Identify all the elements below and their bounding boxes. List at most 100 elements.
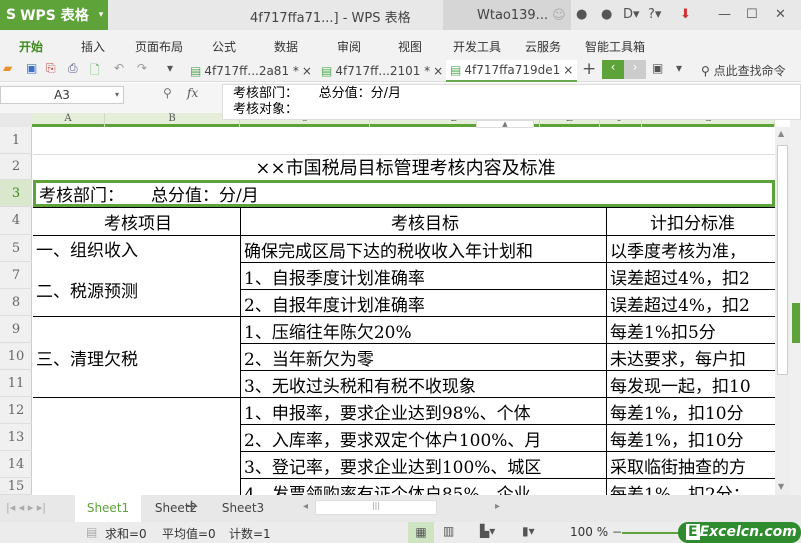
scroll-up-icon[interactable]: ▲ <box>778 129 784 138</box>
side-panel-toggle[interactable] <box>792 303 800 343</box>
standard-cell[interactable]: 每发现一起，扣10 <box>607 371 775 397</box>
menu-review[interactable]: 审阅 <box>337 38 361 55</box>
page-break-view-icon[interactable]: ▥ <box>443 524 454 538</box>
zoom-formula-icon[interactable]: ⚲ <box>163 86 172 100</box>
header-standard[interactable]: 计扣分标准 <box>607 207 775 235</box>
standard-cell[interactable]: 每差1%，扣10分 <box>607 425 775 451</box>
menu-developer[interactable]: 开发工具 <box>453 38 501 55</box>
print-preview-icon[interactable]: 🗋 <box>90 61 100 82</box>
fx-icon[interactable]: fx <box>187 86 198 100</box>
target-cell[interactable]: 3、登记率，要求企业达到100%、城区 <box>241 452 606 478</box>
redo-icon[interactable]: ↷ <box>137 61 147 75</box>
menu-view[interactable]: 视图 <box>398 38 422 55</box>
column-header-a[interactable]: A <box>32 113 105 127</box>
formula-input[interactable]: 考核部门： 总分值：分/月 考核对象： <box>222 84 801 120</box>
hscroll-left-icon[interactable]: ◂ <box>303 501 308 512</box>
row-header-13[interactable]: 13 <box>0 424 32 451</box>
sheet-title-cell[interactable]: ××市国税局目标管理考核内容及标准 <box>33 154 775 180</box>
menu-formulas[interactable]: 公式 <box>212 38 236 55</box>
doc-tab-active[interactable]: ▤ 4f717ffa719de1 × <box>446 60 578 82</box>
row-header-14[interactable]: 14 <box>0 451 32 478</box>
minimize-icon[interactable]: — <box>718 7 731 22</box>
undo-icon[interactable]: ↶ <box>114 61 124 75</box>
menu-home[interactable]: 开始 <box>19 38 43 55</box>
row-header-5[interactable]: 5 <box>0 235 32 262</box>
prev-tab-icon[interactable]: ‹ <box>602 60 624 79</box>
close-icon[interactable]: ✕ <box>775 7 786 22</box>
menu-toolbox[interactable]: 智能工具箱 <box>585 38 645 55</box>
scroll-thumb[interactable] <box>777 145 788 375</box>
select-all-button[interactable] <box>0 113 32 127</box>
row-header-3[interactable]: 3 <box>0 180 32 207</box>
item-cell[interactable]: 二、税源预测 <box>33 263 240 316</box>
header-item[interactable]: 考核项目 <box>33 207 240 235</box>
hscroll-right-icon[interactable]: ▸ <box>495 501 500 512</box>
row-header-11[interactable]: 11 <box>0 370 32 397</box>
more-chevron-icon[interactable]: ▾ <box>167 61 173 75</box>
skin-icon[interactable]: ● <box>576 7 587 22</box>
eye-protection-icon[interactable]: ▮▾ <box>522 524 535 538</box>
sheet-tab-2[interactable]: Sheet2 <box>143 495 209 522</box>
target-cell[interactable]: 1、压缩往年陈欠20% <box>241 317 606 343</box>
sheet-tab-1[interactable]: Sheet1 <box>75 495 141 522</box>
menu-insert[interactable]: 插入 <box>81 38 105 55</box>
row-header-4[interactable]: 4 <box>0 207 32 235</box>
target-cell[interactable]: 2、当年新欠为零 <box>241 344 606 370</box>
target-cell[interactable]: 2、入库率，要求双定个体户100%、月 <box>241 425 606 451</box>
row-header-7[interactable]: 7 <box>0 262 32 289</box>
item-cell[interactable]: 一、组织收入 <box>33 235 240 262</box>
open-icon[interactable]: ▰ <box>3 61 12 75</box>
download-icon[interactable]: ⬇ <box>680 7 691 22</box>
item-cell[interactable]: 三、清理欠税 <box>33 317 240 397</box>
scroll-down-icon[interactable]: ▼ <box>778 482 784 491</box>
horizontal-scroll-thumb[interactable]: ||| <box>315 500 437 515</box>
sheet-tab-3[interactable]: Sheet3 <box>210 495 276 522</box>
maximize-icon[interactable]: ☐ <box>746 7 758 22</box>
menu-cloud[interactable]: 云服务 <box>525 38 561 55</box>
header-target[interactable]: 考核目标 <box>241 207 606 235</box>
export-pdf-icon[interactable]: ⎘ <box>46 61 56 76</box>
selected-cell-a3[interactable]: 考核部门： 总分值：分/月 <box>33 180 775 207</box>
row-header-1[interactable]: 1 <box>0 127 32 154</box>
doc-tab[interactable]: ▤ 4f717ff...2a81 * × <box>186 60 316 82</box>
app-menu-button[interactable]: S WPS 表格 ▾ <box>0 0 108 30</box>
save-icon[interactable]: ▣ <box>26 61 37 75</box>
target-cell[interactable]: 3、无收过头税和有税不收现象 <box>241 371 606 397</box>
standard-cell[interactable]: 误差超过4%，扣2 <box>607 290 775 316</box>
standard-cell[interactable]: 采取临街抽查的方 <box>607 452 775 478</box>
new-sheet-icon[interactable]: + <box>184 496 199 517</box>
standard-cell[interactable]: 未达要求，每户扣 <box>607 344 775 370</box>
vertical-scrollbar[interactable]: ▲ ▼ <box>775 127 790 495</box>
standard-cell[interactable]: 误差超过4%，扣2 <box>607 263 775 289</box>
zoom-level[interactable]: 100 % <box>570 525 608 539</box>
next-tab-icon[interactable]: › <box>624 60 646 79</box>
collapse-formula-icon[interactable]: ▲ <box>476 120 534 128</box>
menu-page-layout[interactable]: 页面布局 <box>135 38 183 55</box>
zoom-slider[interactable] <box>622 532 682 534</box>
new-tab-icon[interactable]: + <box>582 59 596 79</box>
standard-cell[interactable]: 以季度考核为准， <box>607 236 775 262</box>
row-header-10[interactable]: 10 <box>0 343 32 370</box>
name-box[interactable]: A3 ▾ <box>0 86 124 104</box>
d-icon[interactable]: D▾ <box>623 7 640 22</box>
command-search[interactable]: ⚲ 点此查找命令 <box>701 62 786 79</box>
close-tab-icon[interactable]: × <box>302 64 312 78</box>
row-header-9[interactable]: 9 <box>0 316 32 343</box>
print-icon[interactable]: ⎙ <box>68 61 78 76</box>
tab-menu-icon[interactable]: ▾ <box>676 61 682 75</box>
freeze-icon[interactable]: ▙▾ <box>480 524 495 538</box>
close-tab-icon[interactable]: × <box>433 64 443 78</box>
column-header-b[interactable]: B <box>105 113 240 127</box>
help-icon[interactable]: ?▾ <box>648 7 661 22</box>
standard-cell[interactable]: 每差1%，扣10分 <box>607 398 775 424</box>
present-icon[interactable]: ▣ <box>652 61 663 75</box>
target-cell[interactable]: 确保完成区局下达的税收收入年计划和 <box>241 236 606 262</box>
row-header-12[interactable]: 12 <box>0 397 32 424</box>
row-header-2[interactable]: 2 <box>0 154 32 180</box>
sheet-nav-icons[interactable]: |◂ ◂ ▸ ▸| <box>6 501 46 514</box>
row-header-15[interactable]: 15 <box>0 478 32 495</box>
menu-data[interactable]: 数据 <box>274 38 298 55</box>
normal-view-icon[interactable]: ▦ <box>408 522 434 543</box>
doc-tab[interactable]: ▤ 4f717ff...2101 * × <box>317 60 447 82</box>
user-account[interactable]: Wtao139... ☺ <box>443 0 571 30</box>
